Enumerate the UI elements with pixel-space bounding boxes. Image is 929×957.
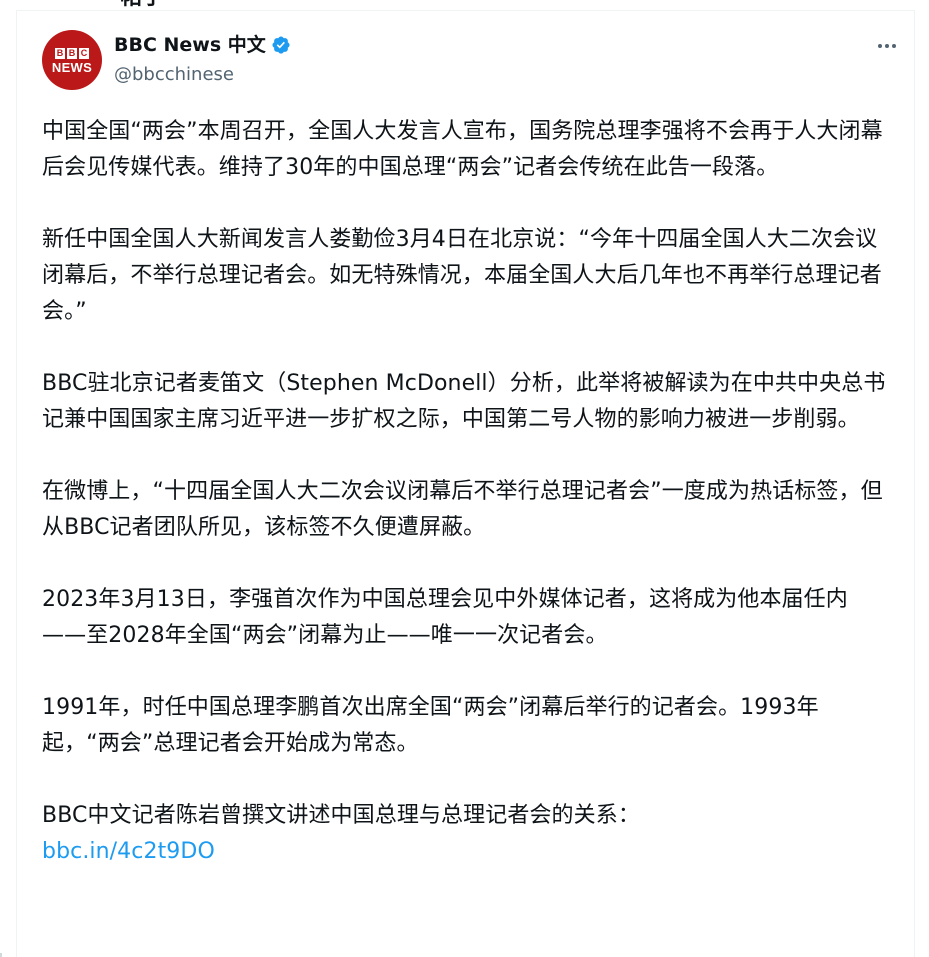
bbc-logo-letter: B [55, 48, 65, 59]
tweet-text: 中国全国“两会”本周召开，全国人大发言人宣布，国务院总理李强将不会再于人大闭幕后… [42, 114, 892, 870]
tweet-paragraph: 新任中国全国人大新闻发言人娄勤俭3月4日在北京说：“今年十四届全国人大二次会议闭… [42, 227, 882, 324]
avatar[interactable]: B B C NEWS [42, 30, 102, 90]
tweet-paragraph: 中国全国“两会”本周召开，全国人大发言人宣布，国务院总理李强将不会再于人大闭幕后… [42, 119, 883, 180]
tweet-paragraph: 2023年3月13日，李强首次作为中国总理会见中外媒体记者，这将成为他本届任内—… [42, 587, 848, 648]
author-name-row: BBC News 中文 [114, 32, 291, 58]
author-handle[interactable]: @bbcchinese [114, 63, 234, 87]
tweet-header: B B C NEWS BBC News 中文 @bbcchinese [42, 30, 902, 94]
page-header-title: 帖子 [120, 0, 164, 10]
scroll-edge-marker [0, 953, 2, 957]
author-display-name[interactable]: BBC News 中文 [114, 32, 266, 58]
tweet-paragraph: 1991年，时任中国总理李鹏首次出席全国“两会”闭幕后举行的记者会。1993年起… [42, 695, 819, 756]
more-options-icon[interactable] [872, 36, 902, 56]
tweet-paragraph-final: BBC中文记者陈岩曾撰文讲述中国总理与总理记者会的关系： bbc.in/4c2t… [42, 798, 892, 870]
bbc-logo-letter: C [79, 48, 89, 59]
bbc-logo-icon: B B C [55, 48, 89, 59]
article-link[interactable]: bbc.in/4c2t9DO [42, 839, 215, 864]
tweet-paragraph: 在微博上，“十四届全国人大二次会议闭幕后不举行总理记者会”一度成为热话标签，但从… [42, 479, 883, 540]
avatar-news-word: NEWS [51, 60, 93, 75]
tweet-paragraph: BBC驻北京记者麦笛文（Stephen McDonell）分析，此举将被解读为在… [42, 371, 886, 432]
final-paragraph-text: BBC中文记者陈岩曾撰文讲述中国总理与总理记者会的关系： [42, 803, 640, 828]
verified-badge-icon [271, 35, 291, 55]
tweet-page: 帖子 B B C NEWS BBC News 中文 @bbcchinese [0, 0, 929, 957]
bbc-logo-letter: B [67, 48, 77, 59]
